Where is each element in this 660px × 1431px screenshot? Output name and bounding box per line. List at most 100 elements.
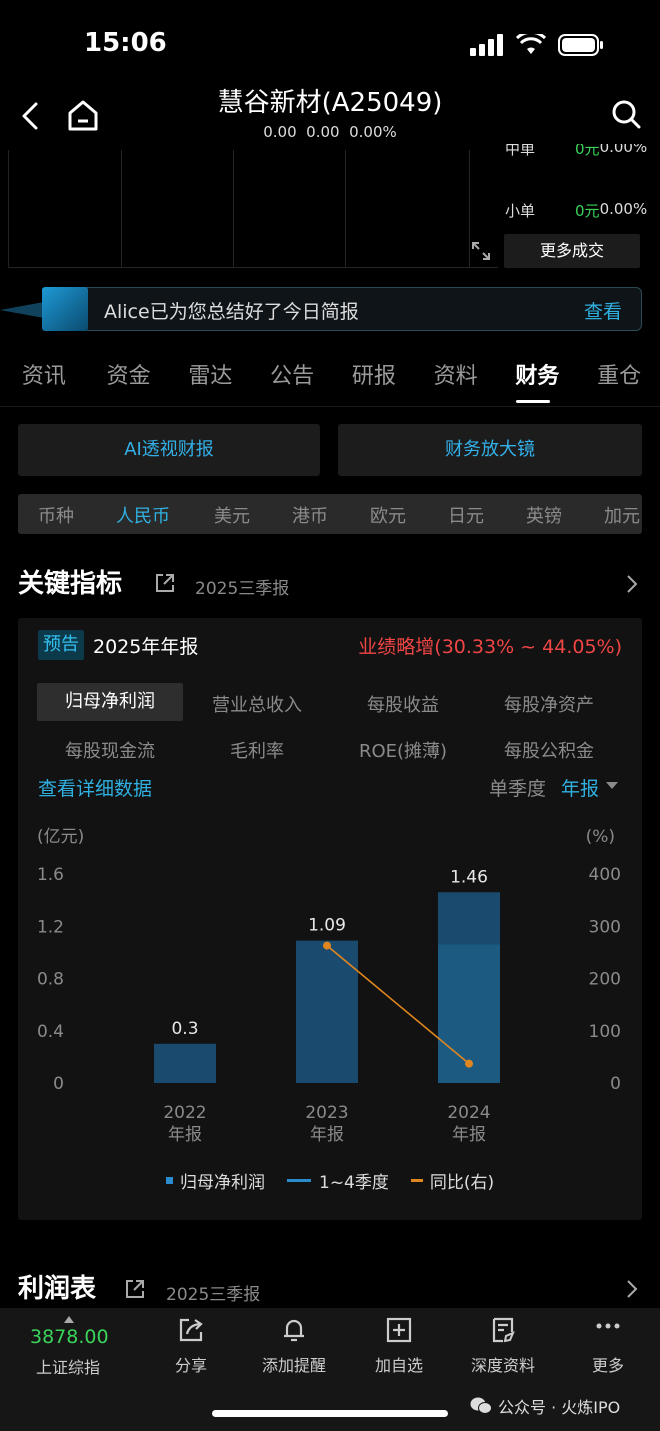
share-out-icon[interactable] (154, 572, 176, 594)
y-left-unit: (亿元) (37, 827, 84, 847)
chevron-right-icon[interactable] (624, 573, 640, 595)
y-left-tick: 1.6 (37, 865, 64, 885)
legend-quarter-marker (287, 1179, 311, 1182)
y-left-tick: 1.2 (37, 917, 64, 937)
bar-2022 (154, 1043, 216, 1083)
tab-profile[interactable]: 资料 (415, 358, 497, 404)
quarterly-toggle[interactable]: 单季度 (489, 774, 546, 801)
metric-eps[interactable]: 每股收益 (330, 691, 476, 717)
y-right-tick: 100 (589, 1022, 621, 1042)
index-value[interactable]: 3878.00 (30, 1326, 109, 1348)
trade-row-small: 小单 0元 0.00% (505, 200, 648, 220)
view-detail-link[interactable]: 查看详细数据 (38, 774, 152, 801)
currency-cny[interactable]: 人民币 (116, 502, 170, 528)
legend-bar-marker (166, 1177, 173, 1184)
add-alert-label: 添加提醒 (261, 1356, 326, 1375)
forecast-badge: 预告 (38, 630, 84, 660)
income-statement-title: 利润表 (18, 1274, 97, 1304)
finance-magnifier-button[interactable]: 财务放大镜 (338, 424, 642, 476)
metric-gross-margin[interactable]: 毛利率 (184, 737, 330, 763)
currency-gbp[interactable]: 英镑 (526, 502, 562, 528)
tab-bar: 资讯 资金 雷达 公告 研报 资料 财务 重仓 (0, 358, 660, 404)
add-alert-button[interactable]: 添加提醒 (249, 1316, 339, 1376)
tab-announcements[interactable]: 公告 (251, 358, 333, 404)
yoy-point (465, 1059, 473, 1068)
legend-net-profit: 归母净利润 (180, 1173, 265, 1193)
tab-finance[interactable]: 财务 (496, 358, 578, 404)
document-icon (492, 1317, 515, 1343)
annual-toggle[interactable]: 年报 (561, 774, 599, 801)
metric-bvps[interactable]: 每股净资产 (476, 691, 622, 717)
more-trades-button[interactable]: 更多成交 (504, 234, 640, 268)
expand-icon[interactable] (470, 240, 492, 262)
wechat-icon (470, 1397, 492, 1414)
battery-icon (558, 34, 603, 56)
search-icon[interactable] (610, 98, 642, 132)
index-name[interactable]: 上证综指 (36, 1354, 100, 1378)
x-tick-year: 2023 (305, 1103, 348, 1123)
alice-avatar-icon (0, 287, 88, 331)
y-right-tick: 0 (610, 1074, 621, 1094)
more-label: 更多 (591, 1356, 624, 1375)
currency-eur[interactable]: 欧元 (370, 502, 406, 528)
bell-icon (284, 1319, 304, 1342)
chart-legend: 归母净利润 1~4季度 同比(右) (166, 1168, 494, 1193)
metric-reserve[interactable]: 每股公积金 (476, 737, 622, 763)
add-watchlist-button[interactable]: 加自选 (354, 1316, 444, 1376)
tab-capital[interactable]: 资金 (88, 358, 170, 404)
watermark: 公众号 · 火炼IPO (470, 1394, 620, 1418)
currency-bar: 币种 人民币 美元 港币 欧元 日元 英镑 加元 (18, 494, 642, 534)
share-out-icon-2[interactable] (124, 1278, 146, 1300)
stock-title: 慧谷新材(A25049) (217, 88, 443, 118)
metric-roe[interactable]: ROE(摊薄) (330, 737, 476, 763)
currency-cad[interactable]: 加元 (604, 502, 640, 528)
caret-up-icon (64, 1316, 74, 1323)
trade-row-mid: 中单 0元 0.00% (505, 144, 648, 158)
share-button[interactable]: 分享 (146, 1316, 236, 1376)
performance-forecast: 业绩略增(30.33% ~ 44.05%) (358, 636, 622, 658)
x-tick-period: 年报 (310, 1125, 344, 1145)
x-tick-year: 2024 (447, 1103, 490, 1123)
x-tick-period: 年报 (168, 1125, 202, 1145)
currency-usd[interactable]: 美元 (214, 502, 250, 528)
legend-yoy-marker (410, 1179, 423, 1182)
bar-value-label: 1.09 (308, 916, 346, 936)
tab-radar[interactable]: 雷达 (169, 358, 251, 404)
share-label: 分享 (174, 1356, 207, 1375)
share-icon (179, 1318, 203, 1342)
x-tick-year: 2022 (163, 1103, 206, 1123)
y-left-tick: 0.8 (37, 970, 64, 990)
plus-square-icon (386, 1317, 412, 1343)
metric-revenue[interactable]: 营业总收入 (184, 691, 330, 717)
currency-jpy[interactable]: 日元 (448, 502, 484, 528)
metric-net-profit[interactable]: 归母净利润 (37, 683, 183, 721)
bar-value-label: 0.3 (171, 1019, 198, 1039)
caret-down-icon[interactable] (606, 782, 618, 790)
home-indicator (212, 1410, 448, 1417)
more-button[interactable]: 更多 (563, 1316, 653, 1376)
more-dots-icon (596, 1323, 620, 1329)
divider (0, 406, 660, 407)
tab-holdings[interactable]: 重仓 (578, 358, 660, 404)
tab-research[interactable]: 研报 (333, 358, 415, 404)
report-title: 2025年年报 (93, 636, 199, 658)
tab-active-indicator (516, 400, 550, 403)
stock-quote: 0.00 0.00 0.00% (263, 123, 397, 141)
add-watchlist-label: 加自选 (374, 1356, 423, 1375)
y-right-unit: (%) (586, 827, 615, 847)
chevron-right-icon-2[interactable] (624, 1278, 640, 1300)
deep-data-button[interactable]: 深度资料 (458, 1316, 548, 1376)
deep-data-label: 深度资料 (470, 1356, 535, 1375)
legend-quarters: 1~4季度 (319, 1173, 389, 1193)
metric-cash-flow[interactable]: 每股现金流 (37, 737, 183, 763)
ai-report-button[interactable]: AI透视财报 (18, 424, 320, 476)
intraday-chart (8, 150, 498, 268)
key-metrics-title: 关键指标 (18, 569, 123, 599)
tab-news[interactable]: 资讯 (0, 358, 88, 404)
wifi-icon (516, 34, 546, 54)
alice-view-link[interactable]: 查看 (584, 297, 622, 324)
net-profit-chart: (亿元) (%) 1.6 1.2 0.8 0.4 0 400 300 200 100 0 0.3 2022… (37, 827, 621, 1145)
currency-hkd[interactable]: 港币 (292, 502, 328, 528)
status-icons (470, 34, 604, 56)
y-right-tick: 300 (589, 917, 621, 937)
